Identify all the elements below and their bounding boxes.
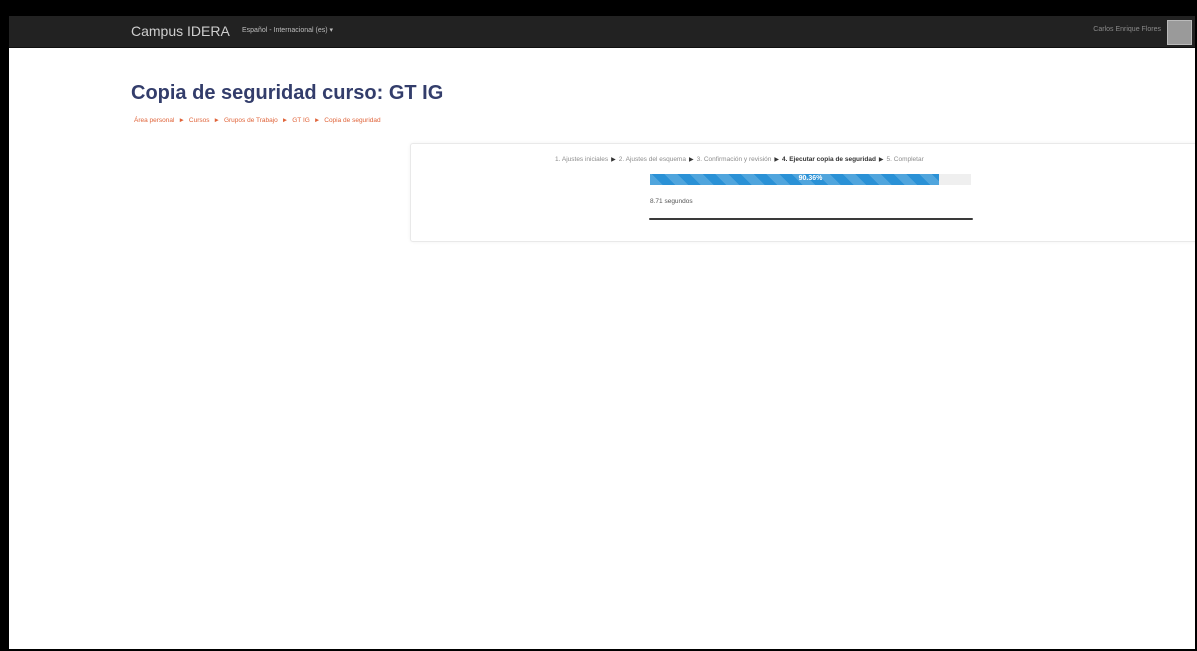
top-navbar: Campus IDERA Español - Internacional (es… — [9, 16, 1195, 48]
breadcrumb-item-copia-de-seguridad[interactable]: Copia de seguridad — [324, 117, 380, 124]
backup-steps: 1. Ajustes iniciales ▶ 2. Ajustes del esqu… — [555, 156, 924, 163]
breadcrumb-item-area-personal[interactable]: Área personal — [134, 117, 174, 124]
step-arrow-icon: ▶ — [611, 157, 616, 163]
site-brand-link[interactable]: Campus IDERA — [131, 23, 230, 39]
browser-viewport: Campus IDERA Español - Internacional (es… — [9, 16, 1195, 649]
step-arrow-icon: ▶ — [688, 157, 694, 163]
step-confirmacion: 3. Confirmación y revisión — [696, 156, 772, 163]
breadcrumb: Área personal ► Cursos ► Grupos de Trabajo ► G… — [134, 117, 381, 124]
step-ajustes-iniciales: 1. Ajustes iniciales — [555, 156, 609, 163]
backup-progress-panel: 1. Ajustes iniciales ▶ 2. Ajustes del esqu… — [410, 143, 1195, 242]
step-ajustes-esquema: 2. Ajustes del esquema — [618, 156, 686, 163]
step-arrow-icon: ▶ — [878, 157, 884, 163]
breadcrumb-separator: ► — [313, 117, 321, 124]
step-completar: 5. Completar — [886, 156, 924, 163]
user-menu-name[interactable]: Carlos Enrique Flores — [1093, 26, 1161, 33]
step-arrow-icon: ▶ — [774, 157, 779, 163]
breadcrumb-item-cursos[interactable]: Cursos — [189, 117, 210, 124]
breadcrumb-separator: ► — [178, 117, 185, 124]
elapsed-time: 8.71 segundos — [650, 198, 693, 205]
user-avatar[interactable] — [1167, 20, 1192, 45]
progress-percent-label: 90.36% — [798, 175, 823, 182]
breadcrumb-item-grupos-de-trabajo[interactable]: Grupos de Trabajo — [224, 117, 278, 124]
panel-underline-divider — [649, 218, 973, 220]
backup-progress-bar: 90.36% — [650, 174, 971, 185]
breadcrumb-item-gt-ig[interactable]: GT IG — [292, 117, 310, 124]
page-title: Copia de seguridad curso: GT IG — [131, 82, 444, 104]
breadcrumb-separator: ► — [213, 117, 220, 124]
breadcrumb-separator: ► — [281, 117, 289, 124]
language-menu[interactable]: Español - Internacional (es) ▾ — [242, 26, 333, 34]
step-ejecutar-copia: 4. Ejecutar copia de seguridad — [782, 156, 876, 163]
